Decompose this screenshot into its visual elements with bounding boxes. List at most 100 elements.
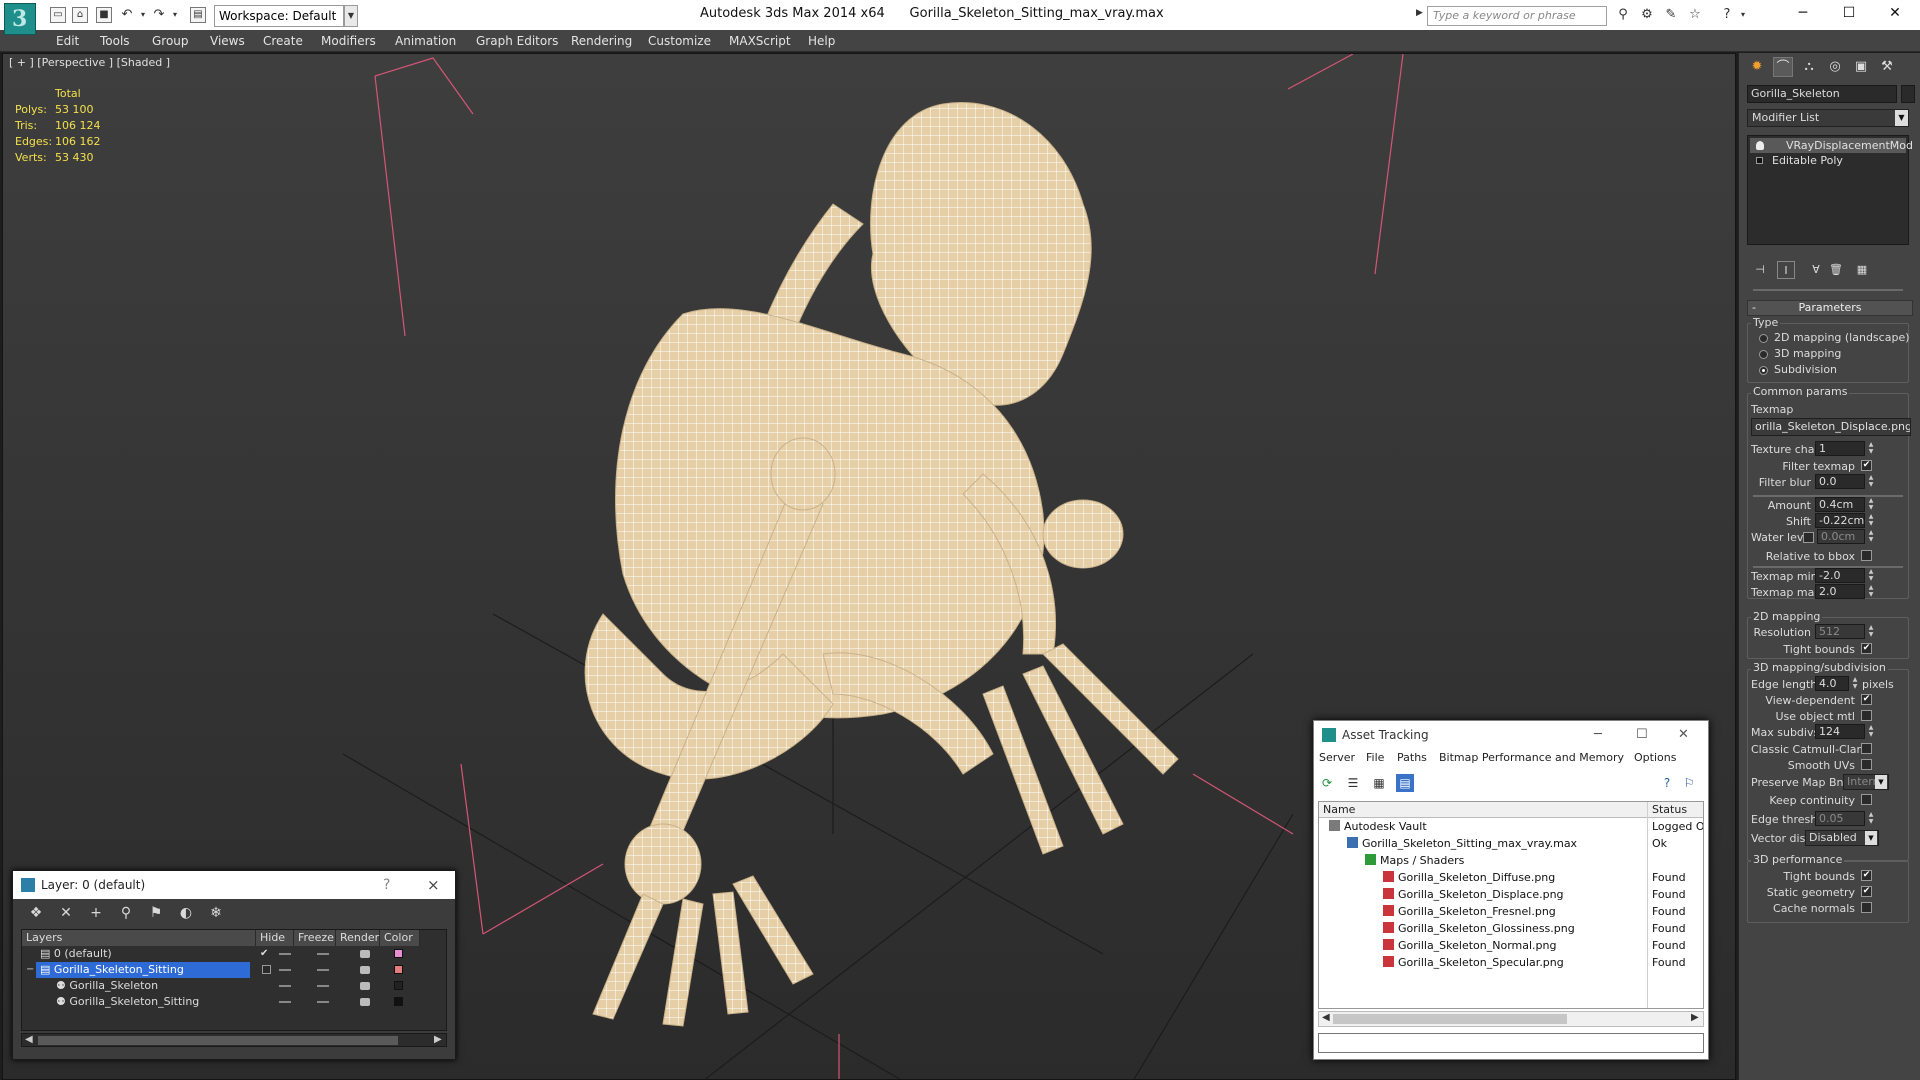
horizontal-scrollbar[interactable]: ◀ ▶ <box>21 1033 447 1047</box>
scrollbar-thumb[interactable] <box>38 1036 398 1045</box>
column-name[interactable]: Name <box>1319 802 1648 818</box>
radio-3d-mapping[interactable] <box>1759 350 1768 359</box>
asset-row[interactable]: Gorilla_Skeleton_Fresnel.png Found <box>1319 903 1703 920</box>
freeze-all-icon[interactable]: ❄ <box>207 904 225 922</box>
spinner-arrows-icon[interactable]: ▲ ▼ <box>1867 568 1875 583</box>
hide-toggle[interactable] <box>279 985 291 987</box>
layer-row[interactable]: − ▤ Gorilla_Skeleton_Sitting <box>22 962 446 978</box>
minimize-button[interactable]: ─ <box>1594 721 1602 749</box>
active-layer-checkbox[interactable] <box>262 965 271 974</box>
highlight-layer-icon[interactable]: ⚑ <box>147 904 165 922</box>
subscription-icon[interactable]: ⚙ <box>1638 7 1656 23</box>
static-geometry-checkbox[interactable]: ✔ <box>1861 886 1872 897</box>
pin-stack-icon[interactable]: ⊣ <box>1751 261 1769 279</box>
option-3d-mapping[interactable]: 3D mapping <box>1774 347 1841 360</box>
close-window-button[interactable]: ✕ <box>1872 0 1918 28</box>
menu-bitmap-performance[interactable]: Bitmap Performance and Memory <box>1439 751 1624 764</box>
chevron-down-icon[interactable]: ▼ <box>344 5 358 27</box>
freeze-toggle[interactable] <box>317 953 329 955</box>
asset-tracking-titlebar[interactable]: Asset Tracking ─ ☐ ✕ <box>1314 721 1708 749</box>
tight-bounds-checkbox[interactable]: ✔ <box>1861 643 1872 654</box>
relative-bbox-checkbox[interactable] <box>1861 550 1872 561</box>
menu-create[interactable]: Create <box>263 30 303 52</box>
column-render[interactable]: Render <box>336 930 380 946</box>
horizontal-scrollbar[interactable]: ◀ ▶ <box>1318 1011 1704 1027</box>
chevron-down-icon[interactable]: ▼ <box>1865 831 1877 845</box>
stack-item-editable-poly[interactable]: Editable Poly <box>1750 153 1906 168</box>
edge-thresh-spinner[interactable]: 0.05 <box>1815 811 1865 826</box>
texmap-min-spinner[interactable]: -2.0 <box>1815 568 1865 583</box>
make-unique-icon[interactable]: ∀ <box>1807 261 1825 279</box>
object-color-swatch[interactable] <box>1901 85 1915 103</box>
scrollbar-thumb[interactable] <box>1333 1014 1567 1024</box>
help-button[interactable]: ? <box>383 871 390 899</box>
create-tab-icon[interactable]: ✹ <box>1747 57 1767 77</box>
water-level-spinner[interactable]: 0.0cm <box>1817 529 1865 544</box>
select-objects-icon[interactable]: ⚲ <box>117 904 135 922</box>
asset-row[interactable]: Gorilla_Skeleton_Diffuse.png Found <box>1319 869 1703 886</box>
spinner-arrows-icon[interactable]: ▲ ▼ <box>1867 441 1875 456</box>
layer-color-swatch[interactable] <box>394 949 403 958</box>
asset-path-field[interactable] <box>1318 1033 1704 1053</box>
workspace-dropdown[interactable]: Workspace: Default <box>214 5 344 27</box>
menu-options[interactable]: Options <box>1634 751 1676 764</box>
max-subdivs-spinner[interactable]: 124 <box>1815 724 1865 739</box>
texmap-button[interactable]: orilla_Skeleton_Displace.png) <box>1751 418 1911 436</box>
freeze-toggle[interactable] <box>317 969 329 971</box>
collapse-icon[interactable]: − <box>26 962 34 978</box>
new-file-icon[interactable]: ▭ <box>50 7 66 23</box>
render-teapot-icon[interactable] <box>360 982 370 990</box>
freeze-toggle[interactable] <box>317 1001 329 1003</box>
remove-modifier-icon[interactable]: 🗑 <box>1827 261 1845 279</box>
menu-graph-editors[interactable]: Graph Editors <box>476 30 558 52</box>
communication-icon[interactable]: ✎ <box>1662 7 1680 23</box>
layer-row[interactable]: ▤ 0 (default) ✔ <box>22 946 446 962</box>
hide-toggle[interactable] <box>279 953 291 955</box>
create-layer-icon[interactable]: ❖ <box>27 904 45 922</box>
amount-spinner[interactable]: 0.4cm <box>1815 497 1865 512</box>
viewport-label[interactable]: [ + ] [Perspective ] [Shaded ] <box>9 56 170 69</box>
hierarchy-tab-icon[interactable]: ⛬ <box>1799 57 1819 77</box>
asset-row[interactable]: Gorilla_Skeleton_Sitting_max_vray.max Ok <box>1319 835 1703 852</box>
menu-file[interactable]: File <box>1366 751 1384 764</box>
option-subdivision[interactable]: Subdivision <box>1774 363 1837 376</box>
layer-row[interactable]: ⚉ Gorilla_Skeleton_Sitting <box>22 994 446 1010</box>
menu-tools[interactable]: Tools <box>100 30 130 52</box>
radio-2d-mapping[interactable] <box>1759 334 1768 343</box>
column-layers[interactable]: Layers <box>22 930 256 946</box>
save-file-icon[interactable]: ■ <box>96 7 112 23</box>
resolution-spinner[interactable]: 512 <box>1815 624 1865 639</box>
layer-dialog-titlebar[interactable]: Layer: 0 (default) ? × <box>13 871 455 899</box>
maximize-button[interactable]: ☐ <box>1826 0 1872 28</box>
spinner-arrows-icon[interactable]: ▲ ▼ <box>1867 624 1875 639</box>
spinner-arrows-icon[interactable]: ▲ ▼ <box>1867 497 1875 512</box>
spinner-arrows-icon[interactable]: ▲ ▼ <box>1867 513 1875 528</box>
asset-row[interactable]: Autodesk Vault Logged Ou <box>1319 818 1703 835</box>
edge-length-spinner[interactable]: 4.0 <box>1815 676 1849 691</box>
minimize-button[interactable]: ─ <box>1780 0 1826 28</box>
object-color-swatch[interactable] <box>394 981 403 990</box>
utilities-tab-icon[interactable]: ⚒ <box>1877 57 1897 77</box>
column-status[interactable]: Status <box>1648 802 1703 818</box>
details-view-icon[interactable]: ▦ <box>1370 774 1388 792</box>
project-folder-icon[interactable]: ▤ <box>190 7 206 23</box>
motion-tab-icon[interactable]: ◎ <box>1825 57 1845 77</box>
modify-tab-icon[interactable]: ⌒ <box>1773 57 1793 77</box>
scroll-left-icon[interactable]: ◀ <box>25 1034 33 1046</box>
spinner-arrows-icon[interactable]: ▲ ▼ <box>1851 676 1859 691</box>
stack-item-vraydisplacement[interactable]: VRayDisplacementMod <box>1750 138 1913 153</box>
maximize-button[interactable]: ☐ <box>1636 721 1648 749</box>
menu-server[interactable]: Server <box>1319 751 1355 764</box>
menu-rendering[interactable]: Rendering <box>571 30 632 52</box>
shift-spinner[interactable]: -0.22cm <box>1815 513 1865 528</box>
texture-chan-spinner[interactable]: 1 <box>1815 441 1865 456</box>
smooth-uvs-checkbox[interactable] <box>1861 759 1872 770</box>
texmap-max-spinner[interactable]: 2.0 <box>1815 584 1865 599</box>
close-button[interactable]: × <box>427 871 440 899</box>
binoculars-icon[interactable]: ⚲ <box>1614 7 1632 23</box>
render-teapot-icon[interactable] <box>360 950 370 958</box>
keep-continuity-checkbox[interactable] <box>1861 794 1872 805</box>
parameters-rollout-header[interactable]: - Parameters <box>1747 300 1913 316</box>
render-teapot-icon[interactable] <box>360 998 370 1006</box>
search-input[interactable]: Type a keyword or phrase <box>1427 6 1607 26</box>
